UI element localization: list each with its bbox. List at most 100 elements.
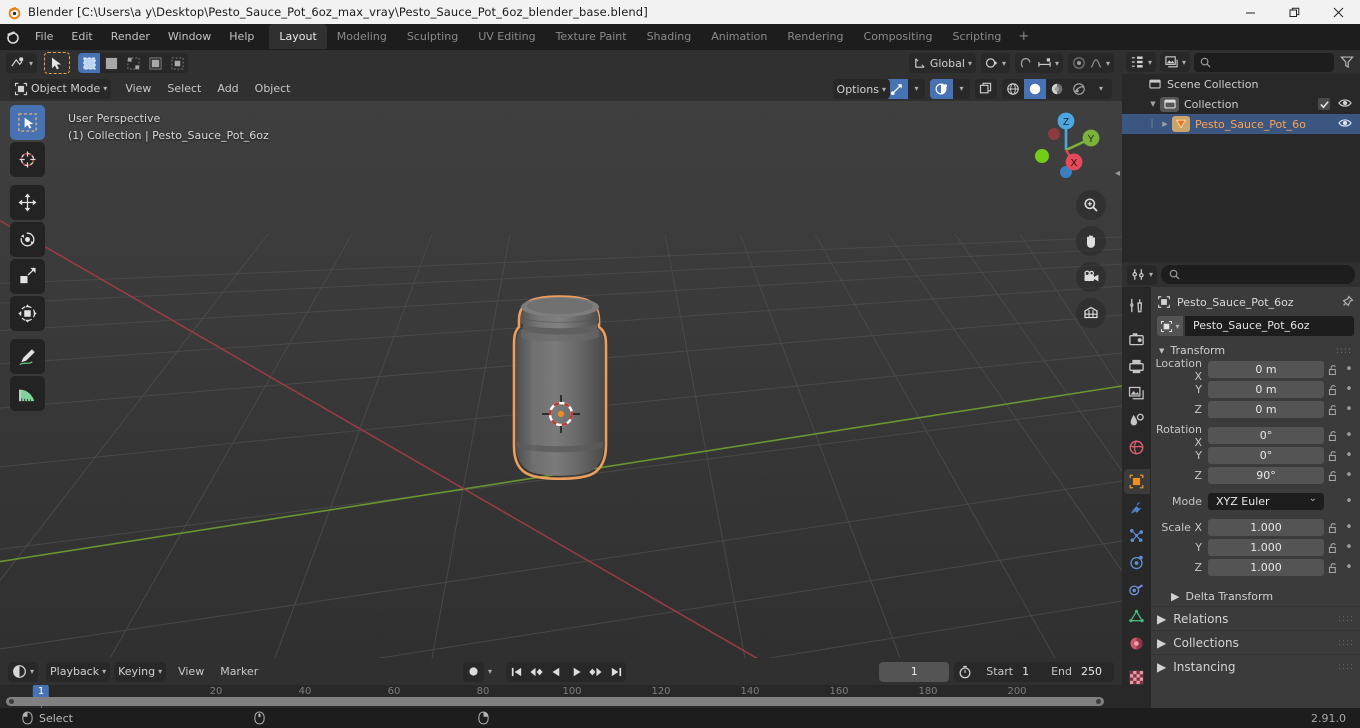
shading-material-icon[interactable] [1046, 79, 1068, 99]
lock-icon[interactable] [1324, 404, 1342, 416]
tool-scale[interactable] [10, 259, 45, 294]
outliner-tree[interactable]: Scene Collection ▼ Collection | ▶ Pesto_… [1122, 74, 1360, 134]
timeline-ruler[interactable]: 20 40 60 80 100 120 140 160 180 200 1 [0, 685, 1122, 708]
output-tab[interactable] [1124, 354, 1150, 379]
animate-dot-icon[interactable]: • [1342, 541, 1356, 554]
lock-icon[interactable] [1324, 522, 1342, 534]
close-button[interactable] [1316, 0, 1360, 24]
menu-file[interactable]: File [26, 27, 62, 47]
outliner-row-scene-collection[interactable]: Scene Collection [1122, 74, 1360, 94]
animate-dot-icon[interactable]: • [1342, 383, 1356, 396]
animate-dot-icon[interactable]: • [1342, 521, 1356, 534]
auto-keying-button[interactable] [463, 661, 484, 682]
tool-tab[interactable] [1124, 293, 1150, 318]
disclosure-triangle-icon[interactable]: ▶ [1158, 120, 1172, 128]
proportional-editing-group[interactable]: ▾ [1067, 53, 1114, 73]
animate-dot-icon[interactable]: • [1342, 469, 1356, 482]
eye-icon[interactable] [1338, 97, 1352, 109]
eye-icon[interactable] [1338, 117, 1352, 129]
minimize-button[interactable] [1228, 0, 1272, 24]
menu-help[interactable]: Help [220, 27, 263, 47]
animate-dot-icon[interactable]: • [1342, 561, 1356, 574]
overlays-dropdown-button[interactable]: ▾ [953, 78, 970, 99]
relations-panel[interactable]: ▶ Relations :::: [1151, 606, 1360, 630]
next-keyframe-button[interactable] [586, 662, 606, 682]
disclosure-triangle-icon[interactable]: ▼ [1146, 100, 1160, 108]
location-x-field[interactable]: 0 m [1208, 361, 1324, 378]
tab-sculpting[interactable]: Sculpting [397, 24, 468, 49]
pivot-point-button[interactable]: ▾ [980, 53, 1010, 73]
previous-keyframe-button[interactable] [526, 662, 546, 682]
object-tab[interactable] [1123, 469, 1150, 494]
outliner-row-collection[interactable]: ▼ Collection [1122, 94, 1360, 114]
texture-tab[interactable] [1124, 665, 1150, 690]
gizmo-dropdown-button[interactable]: ▾ [908, 78, 925, 99]
timeline-menu-view[interactable]: View [170, 662, 212, 682]
cursor-mode-button[interactable] [44, 52, 71, 74]
sidebar-toggle-icon[interactable]: ◂ [1115, 168, 1120, 179]
scale-y-field[interactable]: 1.000 [1208, 539, 1324, 556]
select-extend-icon[interactable] [100, 53, 122, 73]
tool-select-box[interactable] [10, 105, 45, 140]
menu-render[interactable]: Render [102, 27, 159, 47]
delta-transform-panel[interactable]: ▶ Delta Transform [1151, 586, 1360, 606]
tool-transform[interactable] [10, 296, 45, 331]
current-frame-field[interactable]: 1 [879, 661, 950, 682]
timeline-scrollbar[interactable] [6, 697, 1104, 706]
collection-checkbox[interactable] [1318, 98, 1330, 110]
keying-menu[interactable]: Keying ▾ [114, 661, 167, 682]
animate-dot-icon[interactable]: • [1342, 363, 1356, 376]
render-tab[interactable] [1124, 327, 1150, 352]
outliner-filter-icon[interactable] [1338, 55, 1356, 69]
lock-icon[interactable] [1324, 542, 1342, 554]
object-id-icon[interactable]: ▾ [1157, 316, 1183, 336]
animate-dot-icon[interactable]: • [1342, 403, 1356, 416]
select-invert-icon[interactable] [144, 53, 166, 73]
pin-icon[interactable] [1340, 295, 1354, 309]
animate-dot-icon[interactable]: • [1342, 429, 1356, 442]
viewport-menu-object[interactable]: Object [247, 79, 299, 99]
view-layer-tab[interactable] [1124, 381, 1150, 406]
collections-panel[interactable]: ▶ Collections :::: [1151, 630, 1360, 654]
camera-view-icon[interactable] [1076, 262, 1106, 292]
jump-to-end-button[interactable] [606, 662, 626, 682]
maximize-button[interactable] [1272, 0, 1316, 24]
shading-wireframe-icon[interactable] [1002, 79, 1024, 99]
editor-type-button[interactable]: ▾ [6, 53, 38, 73]
menu-edit[interactable]: Edit [62, 27, 101, 47]
select-subtract-icon[interactable] [122, 53, 144, 73]
location-z-field[interactable]: 0 m [1208, 401, 1324, 418]
tab-texture-paint[interactable]: Texture Paint [546, 24, 637, 49]
particles-tab[interactable] [1124, 523, 1150, 548]
tab-layout[interactable]: Layout [269, 24, 327, 49]
orthographic-toggle-icon[interactable] [1076, 298, 1106, 328]
outliner-editor[interactable]: ▾ ▾ Scene Collection ▼ Collection | ▶ Pe… [1122, 50, 1360, 262]
outliner-search-input[interactable] [1194, 52, 1334, 72]
xray-toggle-button[interactable] [975, 78, 997, 99]
pan-hand-icon[interactable] [1076, 226, 1106, 256]
object-name-field[interactable]: Pesto_Sauce_Pot_6oz [1185, 316, 1354, 336]
lock-icon[interactable] [1324, 470, 1342, 482]
playback-menu[interactable]: Playback ▾ [46, 661, 111, 682]
viewport-menu-add[interactable]: Add [209, 79, 246, 99]
tab-rendering[interactable]: Rendering [777, 24, 853, 49]
options-button[interactable]: Options ▾ [832, 79, 890, 99]
tab-modeling[interactable]: Modeling [327, 24, 397, 49]
3d-viewport[interactable]: User Perspective (1) Collection | Pesto_… [0, 50, 1122, 658]
material-tab[interactable] [1124, 631, 1150, 656]
play-button[interactable] [566, 662, 586, 682]
scale-z-field[interactable]: 1.000 [1208, 559, 1324, 576]
outliner-row-object[interactable]: | ▶ Pesto_Sauce_Pot_6o [1122, 114, 1360, 134]
select-set-icon[interactable] [78, 53, 101, 73]
menu-window[interactable]: Window [159, 27, 220, 47]
shading-solid-icon[interactable] [1024, 78, 1046, 99]
modifier-tab[interactable] [1124, 496, 1150, 521]
start-frame-value[interactable]: 1 [1018, 662, 1041, 682]
lock-icon[interactable] [1324, 384, 1342, 396]
shading-dropdown-icon[interactable]: ▾ [1090, 79, 1112, 99]
overlays-toggle-button[interactable] [930, 78, 953, 99]
tool-rotate[interactable] [10, 222, 45, 257]
rotation-y-field[interactable]: 0° [1208, 447, 1324, 464]
object-mode-dropdown[interactable]: Object Mode ▾ [10, 78, 112, 99]
lock-icon[interactable] [1324, 450, 1342, 462]
